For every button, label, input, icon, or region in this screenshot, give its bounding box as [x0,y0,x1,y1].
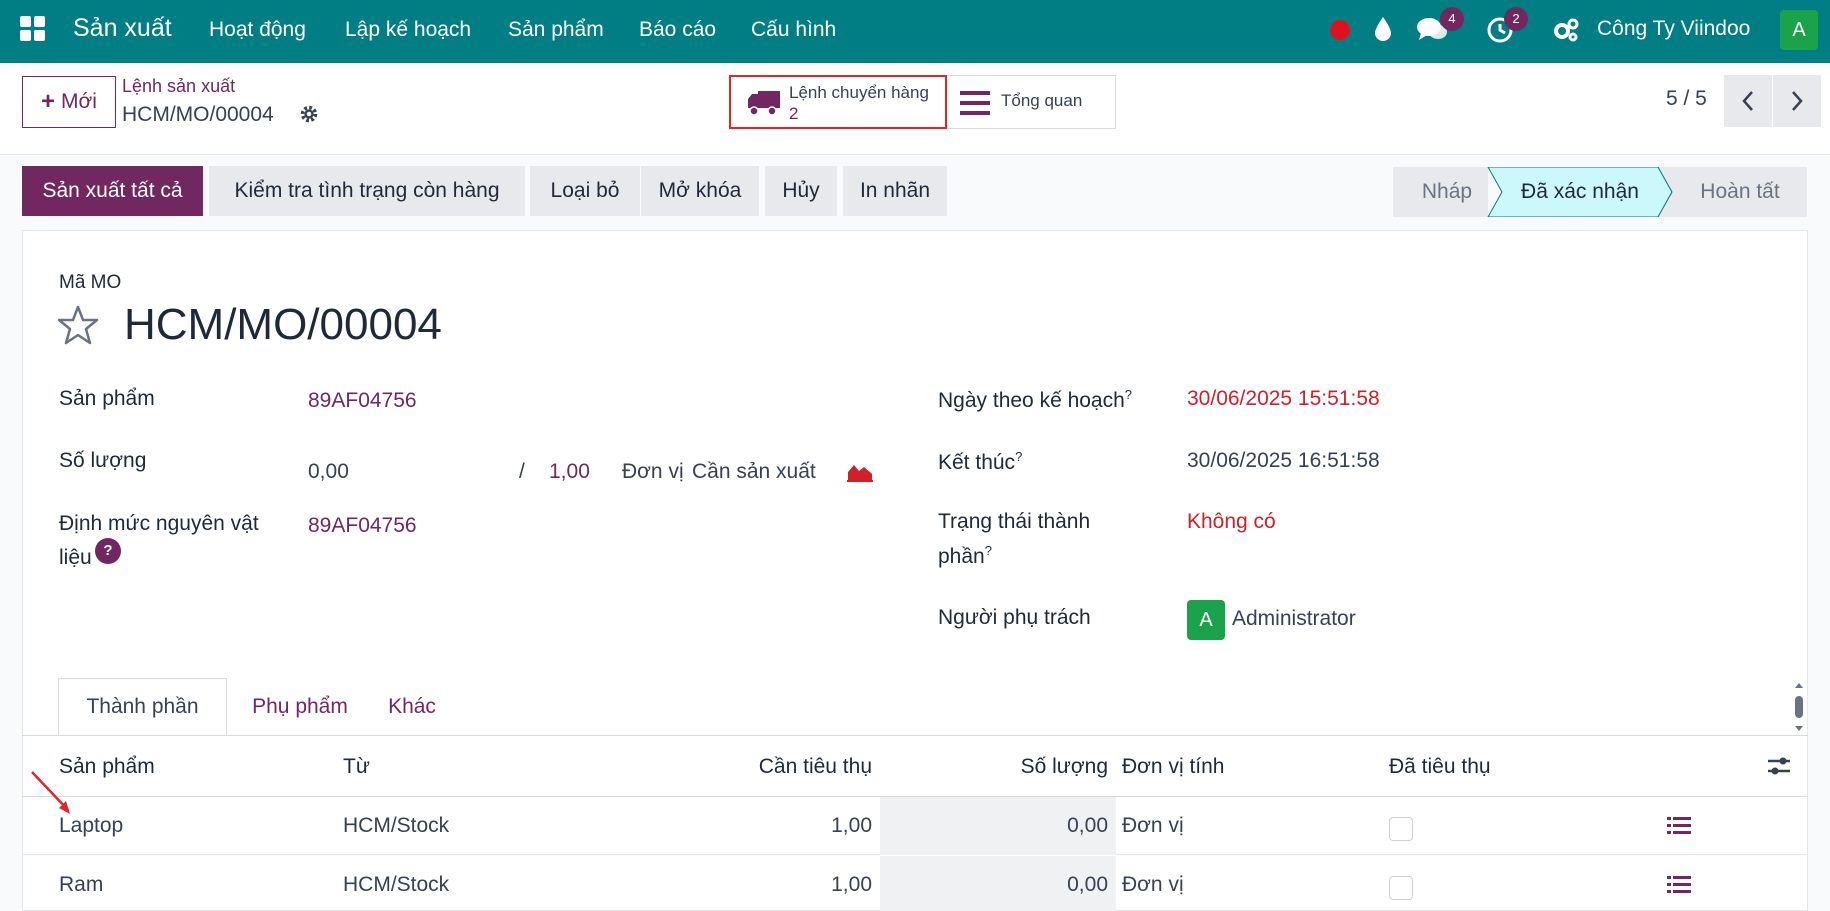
stage-done[interactable]: Hoàn tất [1673,167,1807,217]
menu-products[interactable]: Sản phẩm [508,18,604,42]
pager-value[interactable]: 5 / 5 [1666,87,1707,111]
bars-icon [960,91,990,115]
produce-all-button[interactable]: Sản xuất tất cả [22,166,203,216]
col-quantity[interactable]: Số lượng [908,755,1108,779]
responsible-label: Người phụ trách [938,606,1091,629]
bom-label: Định mức nguyên vật [59,512,259,535]
row-from[interactable]: HCM/Stock [343,814,449,838]
menu-reporting[interactable]: Báo cáo [639,18,716,42]
component-status-label: Trạng thái thành [938,510,1091,533]
end-date-field[interactable]: 30/06/2025 16:51:58 [1187,449,1380,473]
help-icon[interactable]: ? [95,538,121,564]
apps-menu-icon[interactable] [20,16,46,42]
chevron-right-icon [1792,91,1803,111]
component-status-value: Không có [1187,510,1276,533]
pager-previous-button[interactable] [1724,75,1772,127]
new-button[interactable]: + Mới [22,76,116,128]
responsible-avatar: A [1187,600,1225,640]
company-switcher[interactable]: Công Ty Viindoo [1597,17,1750,41]
new-button-label: Mới [61,90,97,113]
quantity-uom[interactable]: Đơn vị [622,460,684,484]
consumed-checkbox[interactable] [1389,876,1413,900]
record-icon[interactable] [1330,20,1350,40]
smart-button-transfers[interactable]: Lệnh chuyển hàng 2 [729,75,947,129]
to-produce-label: Cần sản xuất [692,460,816,483]
plus-icon: + [41,88,56,115]
quantity-separator: / [519,460,525,483]
row-product[interactable]: Ram [59,873,103,897]
transfers-count: 2 [789,104,799,123]
check-availability-button[interactable]: Kiểm tra tình trạng còn hàng [209,166,525,216]
tab-other[interactable]: Khác [372,678,452,736]
smart-button-overview[interactable]: Tổng quan [947,75,1116,129]
star-icon[interactable] [57,304,99,346]
row-quantity[interactable]: 0,00 [908,814,1108,838]
tab-components[interactable]: Thành phần [58,678,227,736]
control-panel: + Mới Lệnh sản xuất HCM/MO/00004 Lệnh ch… [0,63,1830,155]
drop-icon[interactable] [1373,16,1393,42]
tab-divider [22,735,1808,736]
menu-planning[interactable]: Lập kế hoạch [345,18,471,42]
transfers-label: Lệnh chuyển hàng [789,83,929,102]
app-name[interactable]: Sản xuất [73,14,172,43]
product-label: Sản phẩm [59,387,155,410]
cancel-button[interactable]: Hủy [765,166,837,216]
menu-activities[interactable]: Hoạt động [209,18,306,42]
unlock-button[interactable]: Mở khóa [641,166,759,216]
list-details-icon[interactable] [1667,875,1691,895]
list-details-icon[interactable] [1667,816,1691,836]
breadcrumb-parent[interactable]: Lệnh sản xuất [122,76,235,97]
pager-next-button[interactable] [1773,75,1821,127]
row-uom[interactable]: Đơn vị [1122,814,1184,838]
row-from[interactable]: HCM/Stock [343,873,449,897]
row-quantity[interactable]: 0,00 [908,873,1108,897]
top-navbar: Sản xuất Hoạt động Lập kế hoạch Sản phẩm… [0,0,1830,63]
quantity-total-field[interactable]: 1,00 [549,460,590,484]
activities-badge: 2 [1504,7,1528,31]
gear-icon[interactable] [298,103,320,125]
col-from[interactable]: Từ [343,755,370,779]
area-chart-icon[interactable] [846,460,874,482]
product-field[interactable]: 89AF04756 [308,389,417,413]
mo-name[interactable]: HCM/MO/00004 [124,300,442,350]
quantity-label: Số lượng [59,449,147,472]
user-avatar[interactable]: A [1780,10,1818,50]
tab-byproducts[interactable]: Phụ phẩm [235,678,365,736]
truck-icon [748,91,780,116]
row-uom[interactable]: Đơn vị [1122,873,1184,897]
overview-label: Tổng quan [1001,91,1083,110]
end-date-label: Kết thúc? [938,449,1023,474]
col-to-consume[interactable]: Cần tiêu thụ [672,755,872,779]
row-to-consume[interactable]: 1,00 [672,814,872,838]
consumed-checkbox[interactable] [1389,817,1413,841]
quantity-done-field[interactable]: 0,00 [308,460,349,484]
col-uom[interactable]: Đơn vị tính [1122,755,1224,779]
planned-date-field[interactable]: 30/06/2025 15:51:58 [1187,387,1380,411]
breadcrumb-current: HCM/MO/00004 [122,103,274,126]
scrollbar-shape [1795,683,1803,731]
planned-date-label: Ngày theo kế hoạch? [938,387,1133,412]
annotation-arrow-icon [31,771,70,814]
optional-columns-icon[interactable] [1766,754,1792,778]
component-status-label-cont: phần? [938,543,992,568]
bom-label-cont: liệu [59,546,92,569]
scrollbar[interactable] [1794,682,1804,732]
responsible-field[interactable]: Administrator [1232,607,1356,631]
mo-label: Mã MO [59,272,122,293]
row-to-consume[interactable]: 1,00 [672,873,872,897]
settings-gears-icon[interactable] [1552,17,1580,43]
stage-draft[interactable]: Nháp [1393,167,1501,217]
print-labels-button[interactable]: In nhãn [843,166,947,216]
messages-badge: 4 [1440,7,1464,31]
menu-configuration[interactable]: Cấu hình [751,18,836,42]
scrap-button[interactable]: Loại bỏ [530,166,640,216]
bom-field[interactable]: 89AF04756 [308,514,417,538]
col-consumed[interactable]: Đã tiêu thụ [1389,755,1491,779]
chevron-left-icon [1742,91,1753,111]
stage-confirmed[interactable]: Đã xác nhận [1497,167,1663,217]
